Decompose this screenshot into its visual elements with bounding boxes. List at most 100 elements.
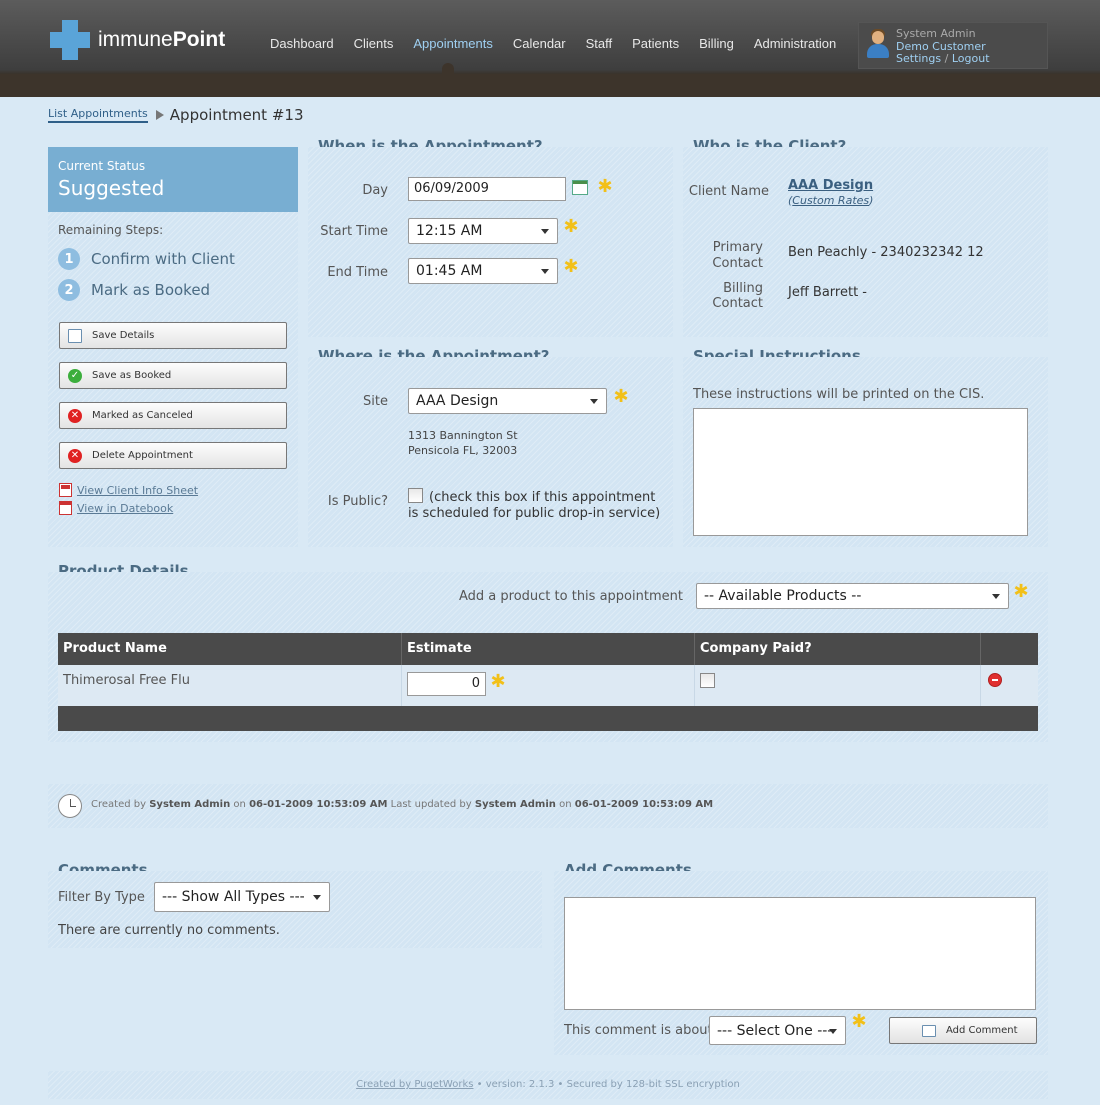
filter-label: Filter By Type (58, 890, 145, 905)
required-icon: ✱ (563, 256, 579, 277)
start-time-select[interactable]: 12:15 AM (408, 218, 558, 244)
chevron-down-icon (541, 229, 549, 234)
available-products-select[interactable]: -- Available Products -- (696, 583, 1009, 609)
step-number: 2 (58, 279, 80, 301)
check-icon: ✓ (68, 368, 82, 383)
logo[interactable]: immunePoint (50, 20, 225, 60)
nav-appointments[interactable]: Appointments (403, 36, 503, 51)
step-label: Confirm with Client (91, 250, 235, 268)
updated-by-label: Last updated by (390, 799, 472, 810)
chevron-down-icon (541, 269, 549, 274)
is-public-label: Is Public? (327, 494, 388, 509)
updated-on-label: on (559, 799, 572, 810)
updated-at: 06-01-2009 10:53:09 AM (574, 799, 714, 810)
step-confirm: 1 Confirm with Client (58, 248, 235, 270)
calendar-icon (59, 501, 72, 515)
nav-staff[interactable]: Staff (576, 36, 623, 51)
button-label: Save Details (92, 330, 155, 341)
day-input[interactable]: 06/09/2009 (408, 177, 566, 201)
button-label: Add Comment (946, 1025, 1018, 1036)
comment-about-label: This comment is about (564, 1023, 713, 1038)
products-panel: Add a product to this appointment -- Ava… (48, 572, 1048, 742)
status-label: Current Status (58, 159, 146, 173)
company-paid-cell (695, 665, 981, 706)
table-row: Thimerosal Free Flu 0 ✱ (58, 665, 1038, 706)
link-label: View in Datebook (77, 501, 174, 515)
address-line-1: 1313 Bannington St (408, 429, 518, 442)
step-label: Mark as Booked (91, 281, 211, 299)
user-box: System Admin Demo Customer Settings / Lo… (858, 22, 1048, 69)
required-icon: ✱ (851, 1011, 867, 1032)
nav-patients[interactable]: Patients (622, 36, 689, 51)
logout-link[interactable]: Logout (952, 52, 990, 65)
step-booked: 2 Mark as Booked (58, 279, 210, 301)
start-time-label: Start Time (320, 224, 388, 239)
chevron-down-icon (829, 1029, 837, 1034)
status-value: Suggested (58, 176, 165, 200)
cancel-icon: ✕ (68, 408, 82, 423)
document-icon (68, 328, 82, 343)
client-name-link[interactable]: AAA Design (788, 178, 873, 193)
mark-canceled-button[interactable]: ✕ Marked as Canceled (59, 402, 287, 429)
comment-about-select[interactable]: --- Select One --- (709, 1016, 846, 1045)
button-label: Save as Booked (92, 370, 172, 381)
page-title: Appointment #13 (169, 106, 304, 124)
estimate-cell: 0 ✱ (402, 665, 695, 706)
site-address: 1313 Bannington St Pensicola FL, 32003 (408, 428, 518, 458)
brand-light: immune (98, 28, 173, 51)
primary-contact-value: Ben Peachly - 2340232342 12 (788, 245, 984, 260)
end-time-select[interactable]: 01:45 AM (408, 258, 558, 284)
created-by-label: Created by (91, 799, 147, 810)
special-instructions-textarea[interactable] (693, 408, 1028, 536)
when-panel: Day 06/09/2009 ✱ Start Time 12:15 AM ✱ E… (308, 147, 673, 337)
active-nav-marker (442, 63, 454, 75)
user-link-separator: / (944, 52, 949, 65)
site-value: AAA Design (416, 393, 499, 409)
billing-contact-value: Jeff Barrett - (788, 285, 867, 300)
top-header: immunePoint Dashboard Clients Appointmen… (0, 0, 1100, 97)
col-actions (981, 633, 1038, 665)
filter-type-select[interactable]: --- Show All Types --- (154, 882, 330, 912)
date-picker-icon[interactable] (572, 180, 588, 195)
estimate-input[interactable]: 0 (407, 672, 486, 696)
nav-administration[interactable]: Administration (744, 36, 846, 51)
delete-appointment-button[interactable]: ✕ Delete Appointment (59, 442, 287, 469)
company-paid-checkbox[interactable] (700, 673, 715, 688)
site-select[interactable]: AAA Design (408, 388, 607, 414)
created-by-link[interactable]: Created by PugetWorks (356, 1079, 473, 1090)
button-label: Delete Appointment (92, 450, 193, 461)
breadcrumb-list-appointments[interactable]: List Appointments (48, 107, 148, 123)
special-panel: These instructions will be printed on th… (683, 357, 1048, 547)
header-strip (0, 74, 1100, 97)
actions-cell (981, 665, 1038, 706)
view-in-datebook-link[interactable]: View in Datebook (59, 501, 173, 515)
nav-billing[interactable]: Billing (689, 36, 744, 51)
created-at: 06-01-2009 10:53:09 AM (249, 799, 388, 810)
address-line-2: Pensicola FL, 32003 (408, 444, 518, 457)
nav-dashboard[interactable]: Dashboard (260, 36, 344, 51)
add-comment-button[interactable]: Add Comment (889, 1017, 1037, 1044)
breadcrumb: List Appointments Appointment #13 (48, 106, 304, 124)
required-icon: ✱ (563, 216, 579, 237)
start-time-value: 12:15 AM (416, 223, 483, 239)
user-name: System Admin (896, 27, 976, 40)
nav-calendar[interactable]: Calendar (503, 36, 576, 51)
nav-clients[interactable]: Clients (344, 36, 404, 51)
filter-type-value: --- Show All Types --- (162, 889, 305, 905)
save-details-button[interactable]: Save Details (59, 322, 287, 349)
status-header: Current Status Suggested (48, 147, 298, 212)
view-client-info-link[interactable]: View Client Info Sheet (59, 483, 198, 497)
created-by-user: System Admin (149, 799, 231, 810)
add-comment-icon (922, 1024, 936, 1037)
custom-rates-link[interactable]: Custom Rates (792, 194, 869, 207)
save-as-booked-button[interactable]: ✓ Save as Booked (59, 362, 287, 389)
primary-contact-label-2: Contact (712, 256, 763, 271)
special-info: These instructions will be printed on th… (693, 387, 985, 402)
billing-contact-label-1: Billing (723, 281, 763, 296)
logo-cross-icon (50, 20, 90, 60)
required-icon: ✱ (597, 176, 613, 197)
settings-link[interactable]: Settings (896, 52, 941, 65)
comment-textarea[interactable] (564, 897, 1036, 1010)
product-name-cell: Thimerosal Free Flu (58, 665, 402, 706)
remove-product-icon[interactable] (988, 673, 1002, 687)
